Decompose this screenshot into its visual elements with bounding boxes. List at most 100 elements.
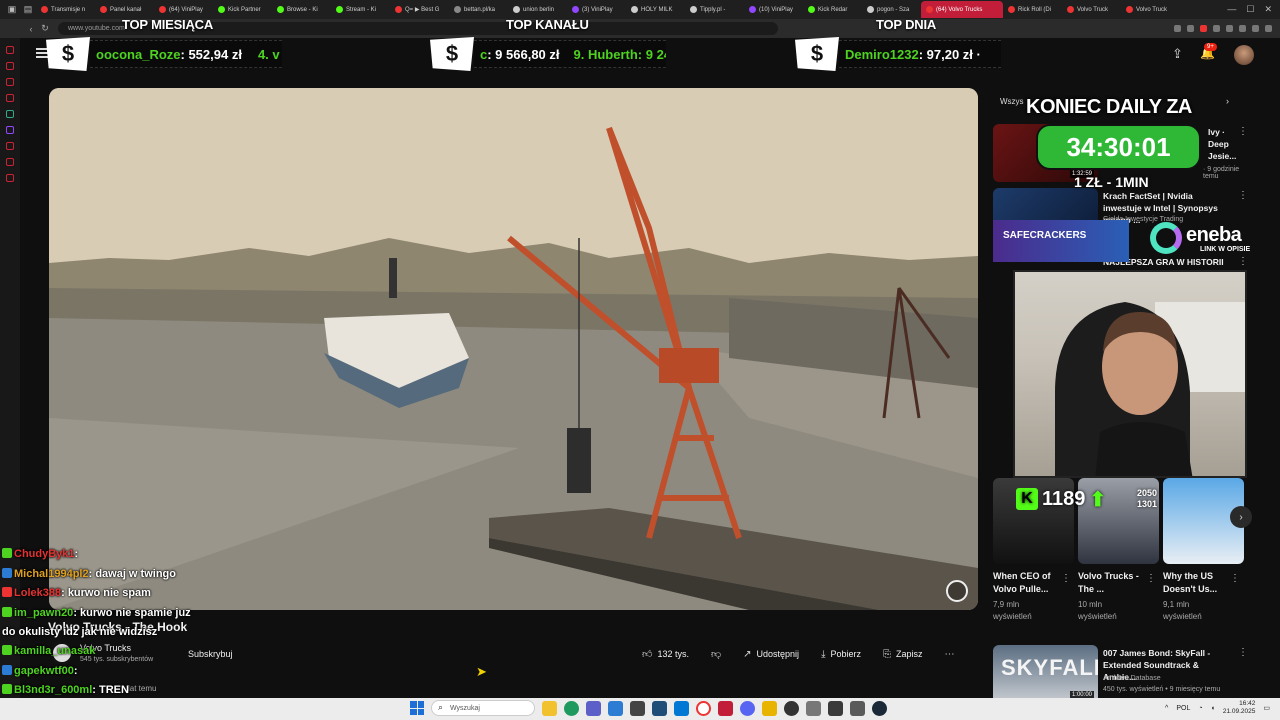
- app-icon[interactable]: [828, 700, 843, 716]
- donor-amount: : 97,20 zł ·: [918, 46, 981, 62]
- language-indicator[interactable]: POL: [1176, 705, 1190, 712]
- browser-tab[interactable]: Transmisje n: [36, 1, 95, 18]
- short-title[interactable]: When CEO of Volvo Pulle...: [993, 570, 1063, 596]
- more-icon[interactable]: ⋮: [1061, 573, 1071, 584]
- file-explorer-icon[interactable]: [542, 700, 557, 716]
- more-icon[interactable]: ⋮: [1230, 573, 1240, 584]
- play-icon[interactable]: [1213, 25, 1220, 32]
- app-icon[interactable]: [806, 700, 821, 716]
- sidebar-mail-icon[interactable]: [6, 78, 14, 86]
- browser-tab[interactable]: (64) ViniPlay: [154, 1, 213, 18]
- avatar[interactable]: [1234, 45, 1254, 65]
- subscribe-button[interactable]: Subskrybuj: [180, 644, 241, 664]
- minimize-icon[interactable]: —: [1227, 4, 1236, 15]
- notifications-icon[interactable]: ▭: [1263, 704, 1270, 712]
- start-icon[interactable]: [410, 701, 424, 715]
- vegas-icon[interactable]: [652, 700, 667, 716]
- short-title[interactable]: Volvo Trucks - The ...: [1078, 570, 1148, 596]
- sidebar-twitch-icon[interactable]: [6, 126, 14, 134]
- sidebar-settings-icon[interactable]: [6, 174, 14, 182]
- browser-tab[interactable]: Panel kanał: [95, 1, 154, 18]
- sidebar-history-icon[interactable]: [6, 142, 14, 150]
- shorts-next-icon[interactable]: ›: [1230, 506, 1252, 528]
- video-player[interactable]: [49, 88, 978, 610]
- opera-icon[interactable]: [1200, 25, 1207, 32]
- tab-label: (10) ViniPlay: [759, 6, 793, 13]
- browser-tab[interactable]: bettan.pl/ka: [449, 1, 508, 18]
- sidebar-home-icon[interactable]: [6, 46, 14, 54]
- outlook-icon[interactable]: [674, 700, 689, 716]
- browser-tab[interactable]: Stream - Ki: [331, 1, 390, 18]
- camera-icon[interactable]: [1239, 25, 1246, 32]
- chevron-up-icon[interactable]: ^: [1165, 705, 1168, 712]
- browser-tab[interactable]: Rick Roll (Di: [1003, 1, 1062, 18]
- kick-app-icon[interactable]: [718, 700, 733, 716]
- create-icon[interactable]: ⇪: [1172, 46, 1183, 62]
- browser-tab[interactable]: Volvo Truck: [1121, 1, 1180, 18]
- sidebar-messenger-icon[interactable]: [6, 62, 14, 70]
- discord-icon[interactable]: [740, 700, 755, 716]
- taskbar: Wyszukaj ^ POL ◔ ◖ 16:42 21.09.2025 ▭: [0, 698, 1280, 720]
- rec-item[interactable]: SKYFALL 1:00:00 007 James Bond: SkyFall …: [993, 645, 1250, 705]
- browser-tab[interactable]: HOLY MILK: [626, 1, 685, 18]
- dislike-button[interactable]: 👎︎: [703, 642, 729, 666]
- tab-favicon-icon: [513, 6, 520, 13]
- rec-thumbnail[interactable]: SKYFALL 1:00:00: [993, 645, 1098, 703]
- tab-list-icon[interactable]: ▤: [20, 0, 36, 19]
- maximize-icon[interactable]: ☐: [1246, 4, 1254, 15]
- browser-tab[interactable]: Tipply.pl -: [685, 1, 744, 18]
- save-button[interactable]: ⎘ Zapisz: [875, 642, 931, 666]
- browser-tab[interactable]: Volvo Truck: [1062, 1, 1121, 18]
- app-icon[interactable]: [762, 700, 777, 716]
- store-icon[interactable]: [608, 700, 623, 716]
- browser-tab[interactable]: union berlin: [508, 1, 567, 18]
- chip-all[interactable]: Wszys: [1000, 97, 1024, 106]
- chat-message: kamilla_unasak: [2, 645, 95, 657]
- teams-icon[interactable]: [586, 700, 601, 716]
- window-menu-icon[interactable]: ▣: [4, 0, 20, 19]
- close-window-icon[interactable]: ✕: [1264, 4, 1272, 15]
- more-actions-button[interactable]: ⋯: [937, 642, 963, 666]
- more-icon[interactable]: ⋮: [1238, 256, 1248, 267]
- app-icon[interactable]: [850, 700, 865, 716]
- browser-tab[interactable]: (10) ViniPlay: [744, 1, 803, 18]
- taskbar-search[interactable]: Wyszukaj: [431, 700, 535, 716]
- sidebar-bookmarks-icon[interactable]: [6, 158, 14, 166]
- bookmark-icon: ⎘: [883, 648, 891, 660]
- app-icon[interactable]: [630, 700, 645, 716]
- more-icon[interactable]: ⋮: [1238, 647, 1248, 658]
- heart-icon[interactable]: [1226, 25, 1233, 32]
- like-button[interactable]: 👍︎ 132 tys.: [634, 642, 697, 666]
- opera-icon[interactable]: [696, 700, 711, 716]
- browser-tab[interactable]: Q= ▶ Best G: [390, 1, 449, 18]
- menu-icon[interactable]: [1265, 25, 1272, 32]
- more-icon[interactable]: ⋮: [1238, 190, 1248, 201]
- reload-icon[interactable]: ↻: [38, 23, 52, 34]
- browser-tab[interactable]: (64) Volvo Trucks: [921, 1, 1003, 18]
- extension-icon[interactable]: [1174, 25, 1181, 32]
- browser-tab[interactable]: Kick Redar: [803, 1, 862, 18]
- more-icon[interactable]: ⋮: [1238, 126, 1248, 137]
- obs-icon[interactable]: [784, 700, 799, 716]
- browser-tab[interactable]: Browse - Ki: [272, 1, 331, 18]
- download-button[interactable]: ⤓ Pobierz: [813, 642, 869, 666]
- sidebar-vpn-icon[interactable]: [6, 110, 14, 118]
- sidebar-player-icon[interactable]: [6, 94, 14, 102]
- share-button[interactable]: ↗ Udostępnij: [735, 642, 807, 666]
- chevron-right-icon[interactable]: ›: [1226, 96, 1229, 106]
- pin-icon[interactable]: [1187, 25, 1194, 32]
- rec-title[interactable]: Ivy · Deep Jesie...: [1208, 126, 1238, 162]
- steam-icon[interactable]: [872, 700, 887, 716]
- download-icon[interactable]: [1252, 25, 1259, 32]
- tab-label: Q= ▶ Best G: [405, 7, 440, 13]
- short-title[interactable]: Why the US Doesn't Us...: [1163, 570, 1233, 596]
- browser-tab[interactable]: pogon - Sza: [862, 1, 921, 18]
- more-icon[interactable]: ⋮: [1146, 573, 1156, 584]
- edge-icon[interactable]: [564, 700, 579, 716]
- clock[interactable]: 16:42 21.09.2025: [1223, 700, 1256, 716]
- wifi-icon[interactable]: ◔: [1198, 705, 1202, 712]
- back-icon[interactable]: ‹: [24, 24, 38, 34]
- volume-icon[interactable]: ◖: [1211, 705, 1215, 712]
- browser-tab[interactable]: Kick Partner: [213, 1, 272, 18]
- browser-tab[interactable]: (3) ViniPlay: [567, 1, 626, 18]
